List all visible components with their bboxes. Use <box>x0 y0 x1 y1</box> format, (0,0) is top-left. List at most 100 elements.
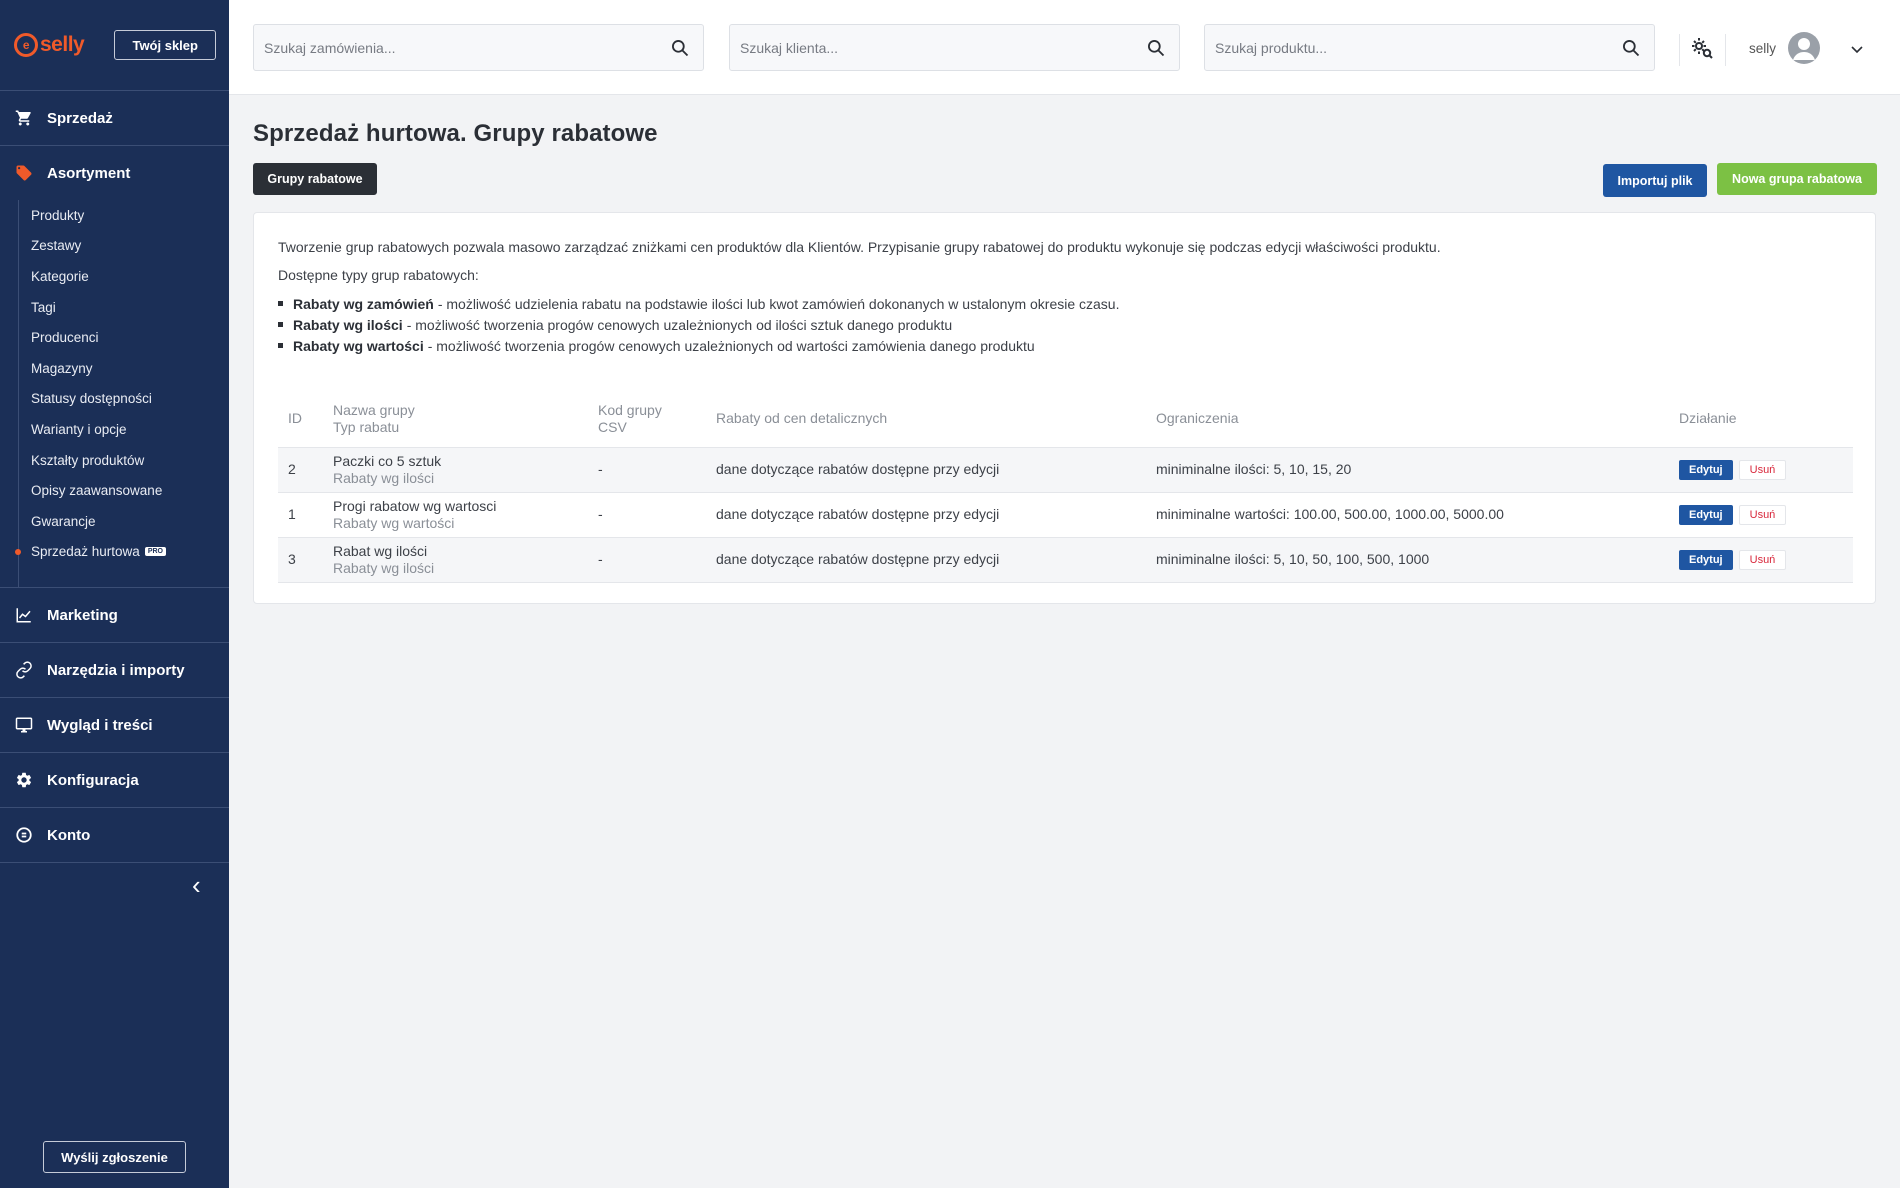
sidebar-item-product-shapes[interactable]: Kształty produktów <box>19 445 229 476</box>
cell-name: Paczki co 5 sztuk Rabaty wg ilości <box>323 447 588 493</box>
col-csv-label-2: CSV <box>598 418 627 435</box>
nav-sales[interactable]: Sprzedaż <box>0 91 229 145</box>
cell-id: 2 <box>278 447 323 493</box>
type-desc: - możliwość tworzenia progów cenowych uz… <box>406 316 953 333</box>
edit-button[interactable]: Edytuj <box>1679 504 1733 525</box>
tag-icon <box>15 164 33 182</box>
sidebar-item-categories[interactable]: Kategorie <box>19 261 229 292</box>
sidebar-item-products[interactable]: Produkty <box>19 200 229 231</box>
import-file-button[interactable]: Importuj plik <box>1603 164 1707 197</box>
cell-actions: Edytuj Usuń <box>1669 447 1853 493</box>
assortment-submenu: Produkty Zestawy Kategorie Tagi Producen… <box>15 200 229 588</box>
search-orders <box>253 24 704 71</box>
tab-discount-groups[interactable]: Grupy rabatowe <box>253 163 377 195</box>
types-title: Dostępne typy grup rabatowych: <box>278 267 479 283</box>
type-name: Rabaty wg ilości <box>293 316 403 333</box>
chart-icon <box>15 606 33 624</box>
intro-text: Tworzenie grup rabatowych pozwala masowo… <box>278 239 1441 255</box>
group-name: Progi rabatow wg wartosci <box>333 497 497 514</box>
account-icon <box>15 826 33 844</box>
list-item: Rabaty wg wartości - możliwość tworzenia … <box>278 335 1119 356</box>
search-orders-input[interactable] <box>254 25 657 70</box>
edit-button[interactable]: Edytuj <box>1679 459 1733 480</box>
nav-account[interactable]: Konto <box>0 808 229 862</box>
cell-csv: - <box>588 492 706 538</box>
list-item: Rabaty wg ilości - możliwość tworzenia pr… <box>278 314 1119 335</box>
nav-appearance[interactable]: Wygląd i treści <box>0 698 229 752</box>
your-shop-button[interactable]: Twój sklep <box>114 30 217 60</box>
selly-logo[interactable]: e selly <box>14 33 85 57</box>
nav-label: Wygląd i treści <box>47 716 153 734</box>
edit-button[interactable]: Edytuj <box>1679 549 1733 570</box>
list-item: Rabaty wg zamówień - możliwość udzielenia… <box>278 293 1119 314</box>
nav-marketing[interactable]: Marketing <box>0 588 229 642</box>
settings-search-icon[interactable] <box>1690 36 1714 65</box>
new-discount-group-button[interactable]: Nowa grupa rabatowa <box>1717 163 1877 195</box>
chevron-down-icon[interactable] <box>1850 42 1864 60</box>
sidebar-item-wholesale[interactable]: Sprzedaż hurtowa PRO <box>15 537 229 568</box>
group-type: Rabaty wg ilości <box>333 469 435 486</box>
divider <box>0 862 229 864</box>
cell-actions: Edytuj Usuń <box>1669 492 1853 538</box>
search-products <box>1204 24 1655 71</box>
delete-button[interactable]: Usuń <box>1738 504 1787 525</box>
col-id[interactable]: ID <box>278 391 323 448</box>
logo-mark: e <box>14 33 38 57</box>
nav-tools[interactable]: Narzędzia i importy <box>0 643 229 697</box>
search-clients-input[interactable] <box>730 25 1133 70</box>
cell-id: 1 <box>278 492 323 538</box>
nav-label: Konfiguracja <box>47 771 139 789</box>
cart-icon <box>15 109 33 127</box>
send-report-button[interactable]: Wyślij zgłoszenie <box>43 1141 186 1173</box>
divider <box>1679 34 1680 66</box>
logo-text: selly <box>40 33 85 56</box>
col-name[interactable]: Nazwa grupy Typ rabatu <box>323 391 588 448</box>
type-desc: - możliwość udzielenia rabatu na podstaw… <box>437 295 1120 312</box>
nav-label: Sprzedaż <box>47 109 113 127</box>
sidebar: e selly Twój sklep Sprzedaż Asortyment P… <box>0 0 229 1188</box>
search-icon[interactable] <box>1608 38 1654 58</box>
delete-button[interactable]: Usuń <box>1738 459 1787 480</box>
col-csv-label: Kod grupy <box>598 401 662 418</box>
sidebar-item-producers[interactable]: Producenci <box>19 322 229 353</box>
group-name: Rabat wg ilości <box>333 542 428 559</box>
sidebar-item-advanced-descriptions[interactable]: Opisy zaawansowane <box>19 475 229 506</box>
sidebar-item-warranties[interactable]: Gwarancje <box>19 506 229 537</box>
search-products-input[interactable] <box>1205 25 1608 70</box>
sidebar-item-warehouses[interactable]: Magazyny <box>19 353 229 384</box>
cell-discounts: dane dotyczące rabatów dostępne przy edy… <box>706 537 1146 583</box>
search-icon[interactable] <box>1133 38 1179 58</box>
avatar <box>1788 32 1821 64</box>
sidebar-item-tags[interactable]: Tagi <box>19 292 229 323</box>
nav-configuration[interactable]: Konfiguracja <box>0 753 229 807</box>
cell-csv: - <box>588 447 706 493</box>
delete-button[interactable]: Usuń <box>1738 549 1787 570</box>
col-limits[interactable]: Ograniczenia <box>1146 391 1669 448</box>
col-csv[interactable]: Kod grupy CSV <box>588 391 706 448</box>
cell-discounts: dane dotyczące rabatów dostępne przy edy… <box>706 447 1146 493</box>
col-type-label: Typ rabatu <box>333 418 400 435</box>
collapse-sidebar-icon[interactable]: ‹ <box>192 872 201 898</box>
group-type: Rabaty wg wartości <box>333 514 455 531</box>
cell-discounts: dane dotyczące rabatów dostępne przy edy… <box>706 492 1146 538</box>
type-desc: - możliwość tworzenia progów cenowych uz… <box>427 337 1035 354</box>
topbar: selly <box>229 0 1900 95</box>
table-row: 2 Paczki co 5 sztuk Rabaty wg ilości - da… <box>278 447 1853 493</box>
sidebar-item-label: Sprzedaż hurtowa <box>31 544 140 560</box>
type-name: Rabaty wg zamówień <box>293 295 434 312</box>
search-icon[interactable] <box>657 38 703 58</box>
sidebar-item-sets[interactable]: Zestawy <box>19 231 229 262</box>
nav-assortment[interactable]: Asortyment <box>0 146 229 200</box>
group-name: Paczki co 5 sztuk <box>333 452 442 469</box>
sidebar-item-variants[interactable]: Warianty i opcje <box>19 414 229 445</box>
nav-label: Marketing <box>47 606 118 624</box>
cell-id: 3 <box>278 537 323 583</box>
cell-actions: Edytuj Usuń <box>1669 537 1853 583</box>
group-type: Rabaty wg ilości <box>333 559 435 576</box>
col-discounts[interactable]: Rabaty od cen detalicznych <box>706 391 1146 448</box>
sidebar-item-availability-statuses[interactable]: Statusy dostępności <box>19 384 229 415</box>
page-title: Sprzedaż hurtowa. Grupy rabatowe <box>253 120 658 147</box>
cell-limits: miniminalne ilości: 5, 10, 15, 20 <box>1146 447 1669 493</box>
user-menu[interactable]: selly <box>1749 30 1821 66</box>
type-name: Rabaty wg wartości <box>293 337 424 354</box>
